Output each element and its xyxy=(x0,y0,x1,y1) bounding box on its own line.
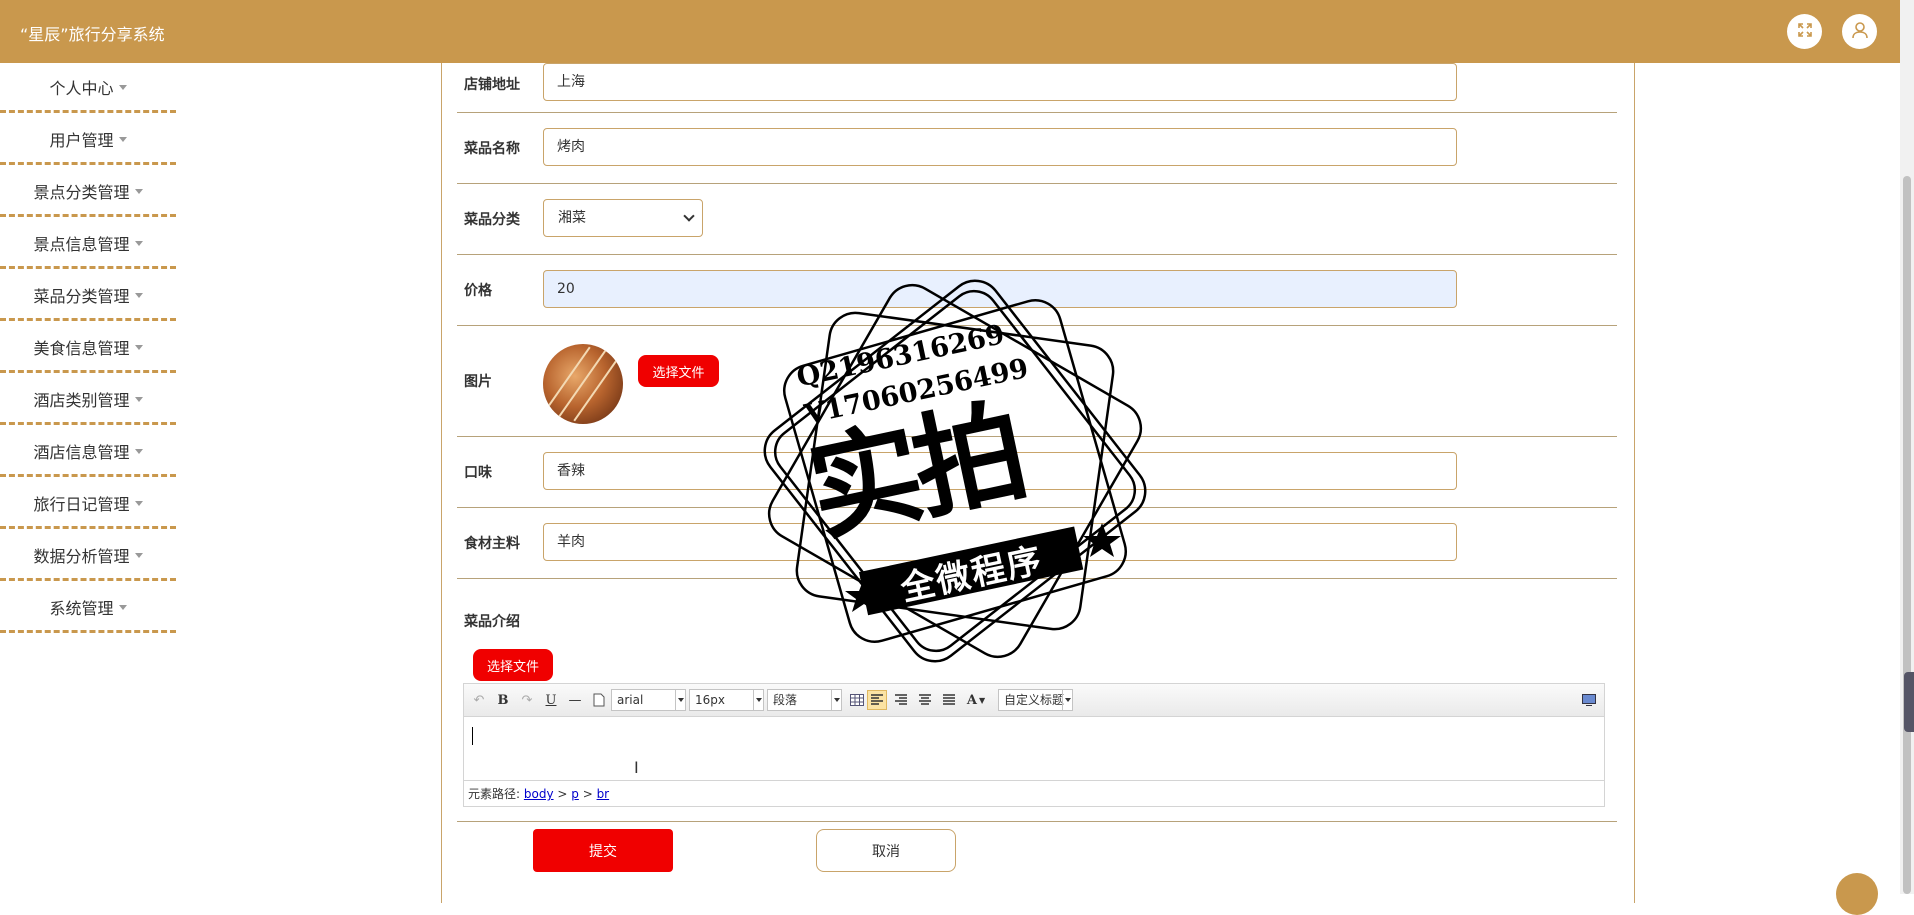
sidebar: 个人中心 用户管理 景点分类管理 景点信息管理 菜品分类管理 美食信息管理 酒店… xyxy=(0,63,176,635)
sidebar-item-travel-diary[interactable]: 旅行日记管理 xyxy=(0,479,176,529)
font-family-select[interactable]: arial xyxy=(611,689,686,711)
field-label: 口味 xyxy=(464,465,492,481)
underline-button[interactable]: U xyxy=(541,690,561,710)
sidebar-item-label: 用户管理 xyxy=(49,130,114,150)
caret-down-icon xyxy=(134,293,143,298)
dish-category-select[interactable]: 湘菜 xyxy=(543,199,703,237)
chevron-down-icon xyxy=(675,690,685,710)
image-choose-file-button[interactable]: 选择文件 xyxy=(638,355,719,387)
form-row-actions xyxy=(457,821,1617,822)
path-label: 元素路径: xyxy=(468,787,521,801)
caret-down-icon xyxy=(134,501,143,506)
chevron-down-icon xyxy=(1062,690,1072,710)
caret-down-icon xyxy=(134,553,143,558)
caret-down-icon xyxy=(134,241,143,246)
sidebar-item-user-management[interactable]: 用户管理 xyxy=(0,115,176,165)
field-label: 菜品分类 xyxy=(464,212,520,228)
field-label: 菜品介绍 xyxy=(464,614,520,630)
sidebar-item-hotel-info[interactable]: 酒店信息管理 xyxy=(0,427,176,477)
sidebar-item-label: 景点信息管理 xyxy=(33,234,130,254)
sidebar-item-food-info[interactable]: 美食信息管理 xyxy=(0,323,176,373)
text-cursor-icon: I xyxy=(634,758,639,777)
sidebar-item-scenic-category[interactable]: 景点分类管理 xyxy=(0,167,176,217)
rich-text-editor: ↶ B ↷ U — arial 16px 段落 A ▼ 自定义标题 元素路径: … xyxy=(463,683,1605,807)
caret-down-icon xyxy=(134,189,143,194)
caret-down-icon xyxy=(118,137,127,142)
form-row-dish-name: 菜品名称 烤肉 xyxy=(457,112,1617,184)
custom-title-value: 自定义标题 xyxy=(1004,693,1065,707)
shop-address-input[interactable]: 上海 xyxy=(543,63,1457,101)
sidebar-item-label: 菜品分类管理 xyxy=(33,286,130,306)
watermark-stamp: Q2196316269 V17060256499 实拍 全微程序 xyxy=(742,258,1168,684)
dish-image-thumbnail xyxy=(543,344,623,424)
top-bar: “星辰”旅行分享系统 xyxy=(0,0,1900,63)
sidebar-item-dish-category[interactable]: 菜品分类管理 xyxy=(0,271,176,321)
sidebar-item-hotel-category[interactable]: 酒店类别管理 xyxy=(0,375,176,425)
undo-icon[interactable]: ↶ xyxy=(469,690,489,710)
caret-down-icon xyxy=(134,449,143,454)
sidebar-item-label: 美食信息管理 xyxy=(33,338,130,358)
align-justify-icon[interactable] xyxy=(939,690,959,710)
caret-down-icon xyxy=(134,345,143,350)
sidebar-item-label: 系统管理 xyxy=(49,598,114,618)
dish-category-value: 湘菜 xyxy=(558,210,586,226)
sidebar-item-label: 个人中心 xyxy=(49,78,114,98)
scrollbar-thumb[interactable] xyxy=(1903,176,1911,894)
sidebar-item-label: 酒店信息管理 xyxy=(33,442,130,462)
editor-element-path: 元素路径: body > p > br xyxy=(464,780,1604,806)
user-icon xyxy=(1851,21,1869,43)
clear-doc-icon[interactable] xyxy=(589,690,609,710)
field-label: 店铺地址 xyxy=(464,77,520,93)
redo-icon[interactable]: ↷ xyxy=(517,690,537,710)
cancel-button[interactable]: 取消 xyxy=(816,829,956,872)
chevron-down-icon xyxy=(753,690,763,710)
text-cursor xyxy=(472,727,473,745)
font-size-value: 16px xyxy=(695,693,725,707)
bold-button[interactable]: B xyxy=(493,690,513,710)
font-size-select[interactable]: 16px xyxy=(689,689,764,711)
font-color-icon: A xyxy=(966,692,977,708)
sidebar-item-system-management[interactable]: 系统管理 xyxy=(0,583,176,633)
editor-toolbar: ↶ B ↷ U — arial 16px 段落 A ▼ 自定义标题 xyxy=(464,684,1604,717)
submit-button[interactable]: 提交 xyxy=(533,829,673,872)
caret-down-icon xyxy=(118,605,127,610)
path-link-br[interactable]: br xyxy=(597,787,610,801)
expand-icon xyxy=(1797,22,1813,42)
sidebar-item-label: 旅行日记管理 xyxy=(33,494,130,514)
path-link-p[interactable]: p xyxy=(571,787,579,801)
sidebar-item-label: 景点分类管理 xyxy=(33,182,130,202)
chevron-down-icon xyxy=(683,210,695,222)
field-label: 价格 xyxy=(464,283,492,299)
form-row-shop-address: 店铺地址 上海 xyxy=(457,63,1617,113)
dish-name-input[interactable]: 烤肉 xyxy=(543,128,1457,166)
caret-down-icon xyxy=(134,397,143,402)
field-label: 食材主料 xyxy=(464,536,520,552)
sidebar-item-data-analysis[interactable]: 数据分析管理 xyxy=(0,531,176,581)
caret-down-icon xyxy=(118,85,127,90)
field-label: 菜品名称 xyxy=(464,141,520,157)
intro-choose-file-button[interactable]: 选择文件 xyxy=(473,649,553,681)
field-label: 图片 xyxy=(464,374,492,390)
user-button[interactable] xyxy=(1842,14,1877,49)
stamp-content: Q2196316269 V17060256499 实拍 全微程序 xyxy=(702,218,1207,723)
sidebar-item-personal-center[interactable]: 个人中心 xyxy=(0,63,176,113)
font-color-button[interactable]: A ▼ xyxy=(963,690,989,710)
fullscreen-button[interactable] xyxy=(1787,14,1822,49)
side-widget[interactable] xyxy=(1904,672,1914,732)
sidebar-item-scenic-info[interactable]: 景点信息管理 xyxy=(0,219,176,269)
custom-title-select[interactable]: 自定义标题 xyxy=(998,689,1073,711)
sidebar-item-label: 数据分析管理 xyxy=(33,546,130,566)
app-title: “星辰”旅行分享系统 xyxy=(20,25,165,44)
path-link-body[interactable]: body xyxy=(524,787,554,801)
back-to-top-button[interactable] xyxy=(1836,873,1878,915)
sidebar-item-label: 酒店类别管理 xyxy=(33,390,130,410)
preview-icon[interactable] xyxy=(1579,690,1599,710)
horizontal-rule-icon[interactable]: — xyxy=(565,690,585,710)
font-family-value: arial xyxy=(617,693,644,707)
